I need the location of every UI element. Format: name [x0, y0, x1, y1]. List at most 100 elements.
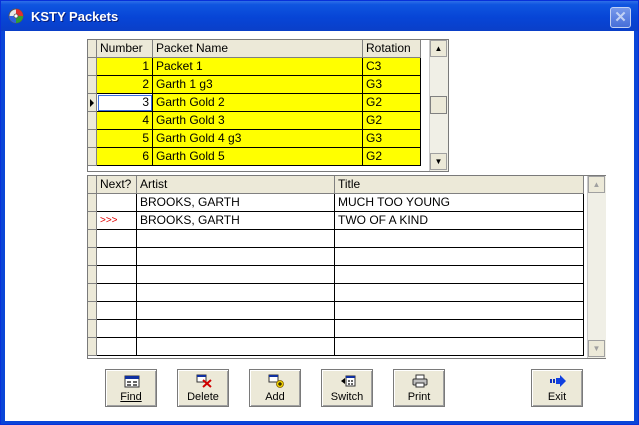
- exit-label: Exit: [547, 391, 567, 403]
- packet-row[interactable]: 1 Packet 1 C3: [88, 58, 429, 76]
- packet-number[interactable]: 1: [97, 58, 153, 76]
- delete-label: Delete: [187, 391, 219, 403]
- empty-cell[interactable]: [335, 266, 584, 284]
- empty-song-row[interactable]: [88, 230, 587, 248]
- packet-row[interactable]: 2 Garth 1 g3 G3: [88, 76, 429, 94]
- exit-arrow-icon: [550, 375, 566, 387]
- empty-cell[interactable]: [335, 248, 584, 266]
- scroll-down-arrow-icon[interactable]: ▼: [588, 340, 605, 357]
- packet-name[interactable]: Garth Gold 5: [153, 148, 363, 166]
- song-title[interactable]: MUCH TOO YOUNG: [335, 194, 584, 212]
- row-indicator: [88, 248, 97, 266]
- empty-song-row[interactable]: [88, 266, 587, 284]
- song-artist[interactable]: BROOKS, GARTH: [137, 212, 335, 230]
- empty-cell[interactable]: [97, 302, 137, 320]
- exit-button[interactable]: Exit: [531, 369, 583, 407]
- add-label: Add: [265, 391, 285, 403]
- empty-song-row[interactable]: [88, 248, 587, 266]
- packet-rotation[interactable]: G3: [363, 76, 421, 94]
- row-indicator: [88, 194, 97, 212]
- find-icon: [124, 375, 140, 388]
- empty-cell[interactable]: [137, 338, 335, 356]
- song-artist[interactable]: BROOKS, GARTH: [137, 194, 335, 212]
- packets-header-row: Number Packet Name Rotation: [88, 40, 429, 58]
- find-button[interactable]: Find: [105, 369, 157, 407]
- empty-cell[interactable]: [137, 266, 335, 284]
- row-indicator: [88, 230, 97, 248]
- add-button[interactable]: Add: [249, 369, 301, 407]
- empty-cell[interactable]: [335, 320, 584, 338]
- packet-row-current[interactable]: 3 Garth Gold 2 G2: [88, 94, 429, 112]
- empty-cell[interactable]: [335, 284, 584, 302]
- packet-name[interactable]: Garth Gold 4 g3: [153, 130, 363, 148]
- empty-cell[interactable]: [137, 302, 335, 320]
- row-indicator: [88, 338, 97, 356]
- packet-name[interactable]: Garth 1 g3: [153, 76, 363, 94]
- song-row[interactable]: BROOKS, GARTH MUCH TOO YOUNG: [88, 194, 587, 212]
- packet-row[interactable]: 5 Garth Gold 4 g3 G3: [88, 130, 429, 148]
- packet-rotation[interactable]: C3: [363, 58, 421, 76]
- song-title[interactable]: TWO OF A KIND: [335, 212, 584, 230]
- packet-row[interactable]: 4 Garth Gold 3 G2: [88, 112, 429, 130]
- empty-cell[interactable]: [97, 266, 137, 284]
- empty-cell[interactable]: [97, 320, 137, 338]
- row-indicator: [88, 212, 97, 230]
- delete-button[interactable]: Delete: [177, 369, 229, 407]
- songs-scrollbar[interactable]: ▲ ▼: [587, 176, 606, 358]
- packets-grid[interactable]: Number Packet Name Rotation 1 Packet 1 C…: [87, 39, 449, 172]
- empty-cell[interactable]: [137, 320, 335, 338]
- scroll-down-arrow-icon[interactable]: ▼: [430, 153, 447, 170]
- empty-cell[interactable]: [137, 248, 335, 266]
- title-bar[interactable]: KSTY Packets ✕: [1, 1, 638, 31]
- row-indicator-header: [88, 40, 97, 58]
- empty-cell[interactable]: [97, 230, 137, 248]
- empty-cell[interactable]: [97, 284, 137, 302]
- column-header-title[interactable]: Title: [335, 176, 584, 194]
- scroll-up-arrow-icon[interactable]: ▲: [588, 176, 605, 193]
- empty-cell[interactable]: [335, 230, 584, 248]
- empty-cell[interactable]: [97, 248, 137, 266]
- packet-number-editing[interactable]: 3: [97, 94, 153, 112]
- empty-cell[interactable]: [137, 230, 335, 248]
- empty-cell[interactable]: [335, 302, 584, 320]
- songs-grid[interactable]: Next? Artist Title BROOKS, GARTH MUCH TO…: [87, 175, 606, 359]
- empty-cell[interactable]: [97, 338, 137, 356]
- empty-song-row[interactable]: [88, 320, 587, 338]
- packet-number[interactable]: 2: [97, 76, 153, 94]
- song-next-marker[interactable]: [97, 194, 137, 212]
- song-row[interactable]: >>> BROOKS, GARTH TWO OF A KIND: [88, 212, 587, 230]
- packet-number[interactable]: 6: [97, 148, 153, 166]
- print-button[interactable]: Print: [393, 369, 445, 407]
- packet-number[interactable]: 4: [97, 112, 153, 130]
- empty-cell[interactable]: [335, 338, 584, 356]
- column-header-packet-name[interactable]: Packet Name: [153, 40, 363, 58]
- column-header-rotation[interactable]: Rotation: [363, 40, 421, 58]
- packet-number[interactable]: 5: [97, 130, 153, 148]
- empty-song-row[interactable]: [88, 302, 587, 320]
- packet-name[interactable]: Packet 1: [153, 58, 363, 76]
- packet-rotation[interactable]: G2: [363, 94, 421, 112]
- column-header-next[interactable]: Next?: [97, 176, 137, 194]
- empty-song-row[interactable]: [88, 338, 587, 356]
- packet-rotation[interactable]: G2: [363, 112, 421, 130]
- empty-cell[interactable]: [137, 284, 335, 302]
- row-indicator: [88, 266, 97, 284]
- packet-name[interactable]: Garth Gold 3: [153, 112, 363, 130]
- packet-rotation[interactable]: G2: [363, 148, 421, 166]
- empty-song-row[interactable]: [88, 284, 587, 302]
- column-header-number[interactable]: Number: [97, 40, 153, 58]
- packet-row[interactable]: 6 Garth Gold 5 G2: [88, 148, 429, 166]
- app-disc-icon: [8, 8, 24, 24]
- packet-rotation[interactable]: G3: [363, 130, 421, 148]
- scroll-thumb[interactable]: [430, 96, 447, 114]
- packet-name[interactable]: Garth Gold 2: [153, 94, 363, 112]
- close-button[interactable]: ✕: [610, 7, 631, 28]
- column-header-artist[interactable]: Artist: [137, 176, 335, 194]
- packets-window: KSTY Packets ✕ Number Packet Name Rotati…: [0, 0, 639, 425]
- row-indicator: [88, 130, 97, 148]
- packets-scrollbar[interactable]: ▲ ▼: [429, 40, 448, 171]
- row-indicator: [88, 112, 97, 130]
- switch-button[interactable]: Switch: [321, 369, 373, 407]
- scroll-up-arrow-icon[interactable]: ▲: [430, 40, 447, 57]
- song-next-marker[interactable]: >>>: [97, 212, 137, 230]
